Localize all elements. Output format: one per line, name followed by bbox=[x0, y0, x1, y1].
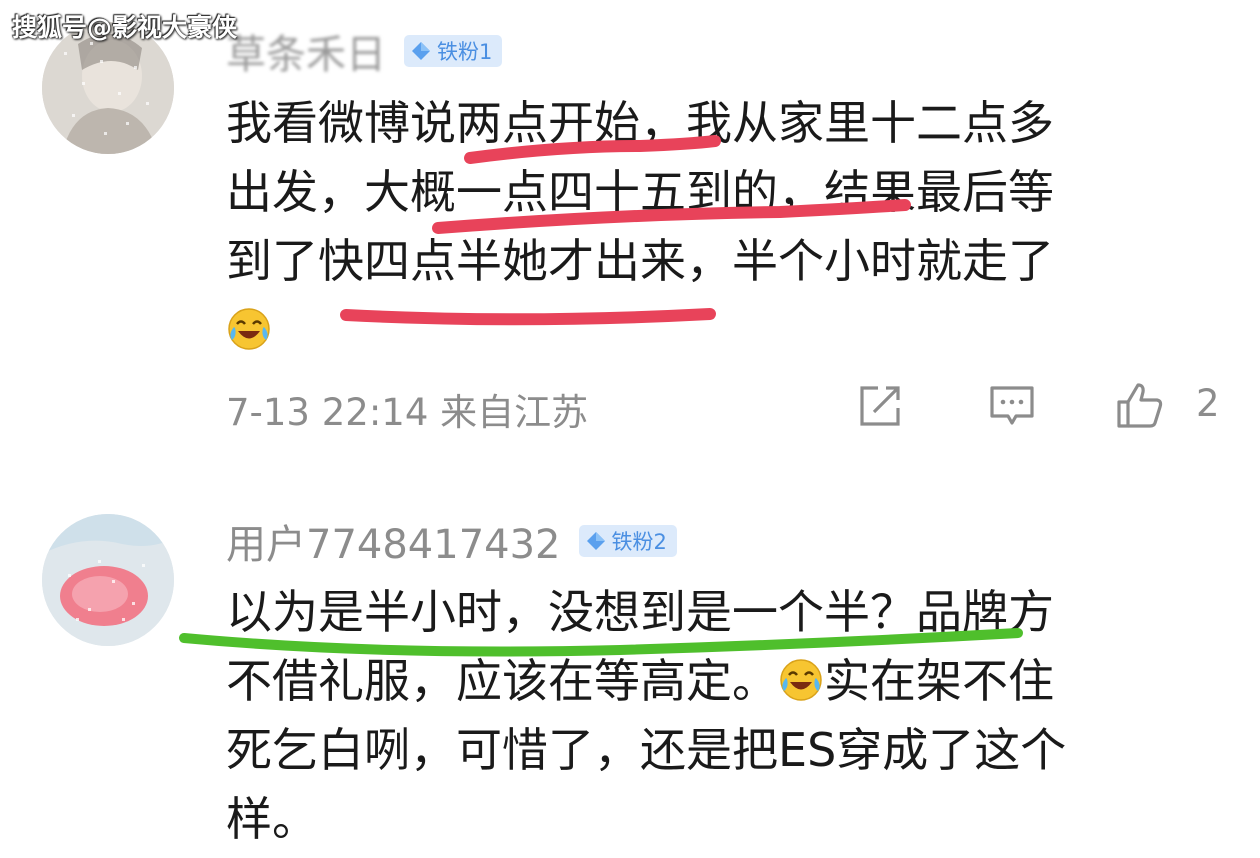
comment-item: 用户7748417432 铁粉2 以为是半小时，没想到是一个半？品牌方 不借礼服… bbox=[0, 470, 1260, 858]
username[interactable]: 用户7748417432 bbox=[226, 512, 561, 570]
reply-button[interactable] bbox=[986, 380, 1038, 432]
username-row: 用户7748417432 铁粉2 bbox=[226, 512, 677, 570]
username-row: 草条禾日 铁粉1 bbox=[226, 22, 503, 80]
laugh-cry-emoji bbox=[228, 308, 270, 350]
comment-screenshot: 搜狐号@影视大豪侠 草条禾日 铁粉1 我看微博说两点开始，我从家里十二点多 出发… bbox=[0, 0, 1260, 858]
fan-badge: 铁粉2 bbox=[578, 525, 677, 557]
diamond-icon bbox=[412, 42, 430, 60]
comment-line: 以为是半小时，没想到是一个半？品牌方 bbox=[226, 585, 1054, 639]
diamond-icon bbox=[586, 532, 605, 550]
comment-meta: 7-13 22:14 来自江苏 2 bbox=[226, 376, 1226, 436]
reply-icon bbox=[990, 386, 1034, 425]
fan-badge: 铁粉1 bbox=[404, 35, 503, 67]
comment-line-part: 实在架不住 bbox=[824, 654, 1054, 708]
share-button[interactable] bbox=[854, 380, 906, 432]
comment-line: 不借礼服，应该在等高定。 实在架不住 bbox=[226, 647, 1206, 716]
like-icon bbox=[1117, 383, 1163, 428]
comment-line: 我看微博说两点开始，我从家里十二点多 bbox=[226, 96, 1054, 150]
comment-line: 死乞白咧，可惜了，还是把ES穿成了这个 bbox=[226, 723, 1067, 777]
watermark: 搜狐号@影视大豪侠 bbox=[12, 13, 238, 42]
comment-line: 出发，大概一点四十五到的，结果最后等 bbox=[226, 165, 1054, 219]
comment-date: 7-13 22:14 bbox=[226, 391, 429, 434]
badge-label: 铁粉1 bbox=[437, 40, 493, 64]
comment-timestamp-location: 7-13 22:14 来自江苏 bbox=[226, 382, 588, 436]
comment-text: 我看微博说两点开始，我从家里十二点多 出发，大概一点四十五到的，结果最后等 到了… bbox=[226, 89, 1206, 365]
emoji-line bbox=[226, 296, 1206, 365]
username[interactable]: 草条禾日 bbox=[226, 22, 386, 80]
share-icon bbox=[860, 386, 900, 426]
comment-item: 草条禾日 铁粉1 我看微博说两点开始，我从家里十二点多 出发，大概一点四十五到的… bbox=[0, 0, 1260, 470]
avatar[interactable] bbox=[42, 514, 174, 646]
laugh-cry-emoji bbox=[780, 659, 822, 701]
badge-label: 铁粉2 bbox=[611, 530, 667, 554]
comment-text: 以为是半小时，没想到是一个半？品牌方 不借礼服，应该在等高定。 实在架不住 死乞… bbox=[226, 578, 1206, 854]
comment-line: 样。 bbox=[226, 792, 318, 846]
comment-location: 来自江苏 bbox=[440, 391, 589, 434]
avatar-image bbox=[42, 514, 174, 646]
like-button[interactable] bbox=[1114, 380, 1166, 432]
comment-line-part: 不借礼服，应该在等高定。 bbox=[226, 654, 778, 708]
comment-line: 到了快四点半她才出来，半个小时就走了 bbox=[226, 234, 1054, 288]
like-count: 2 bbox=[1196, 382, 1220, 425]
